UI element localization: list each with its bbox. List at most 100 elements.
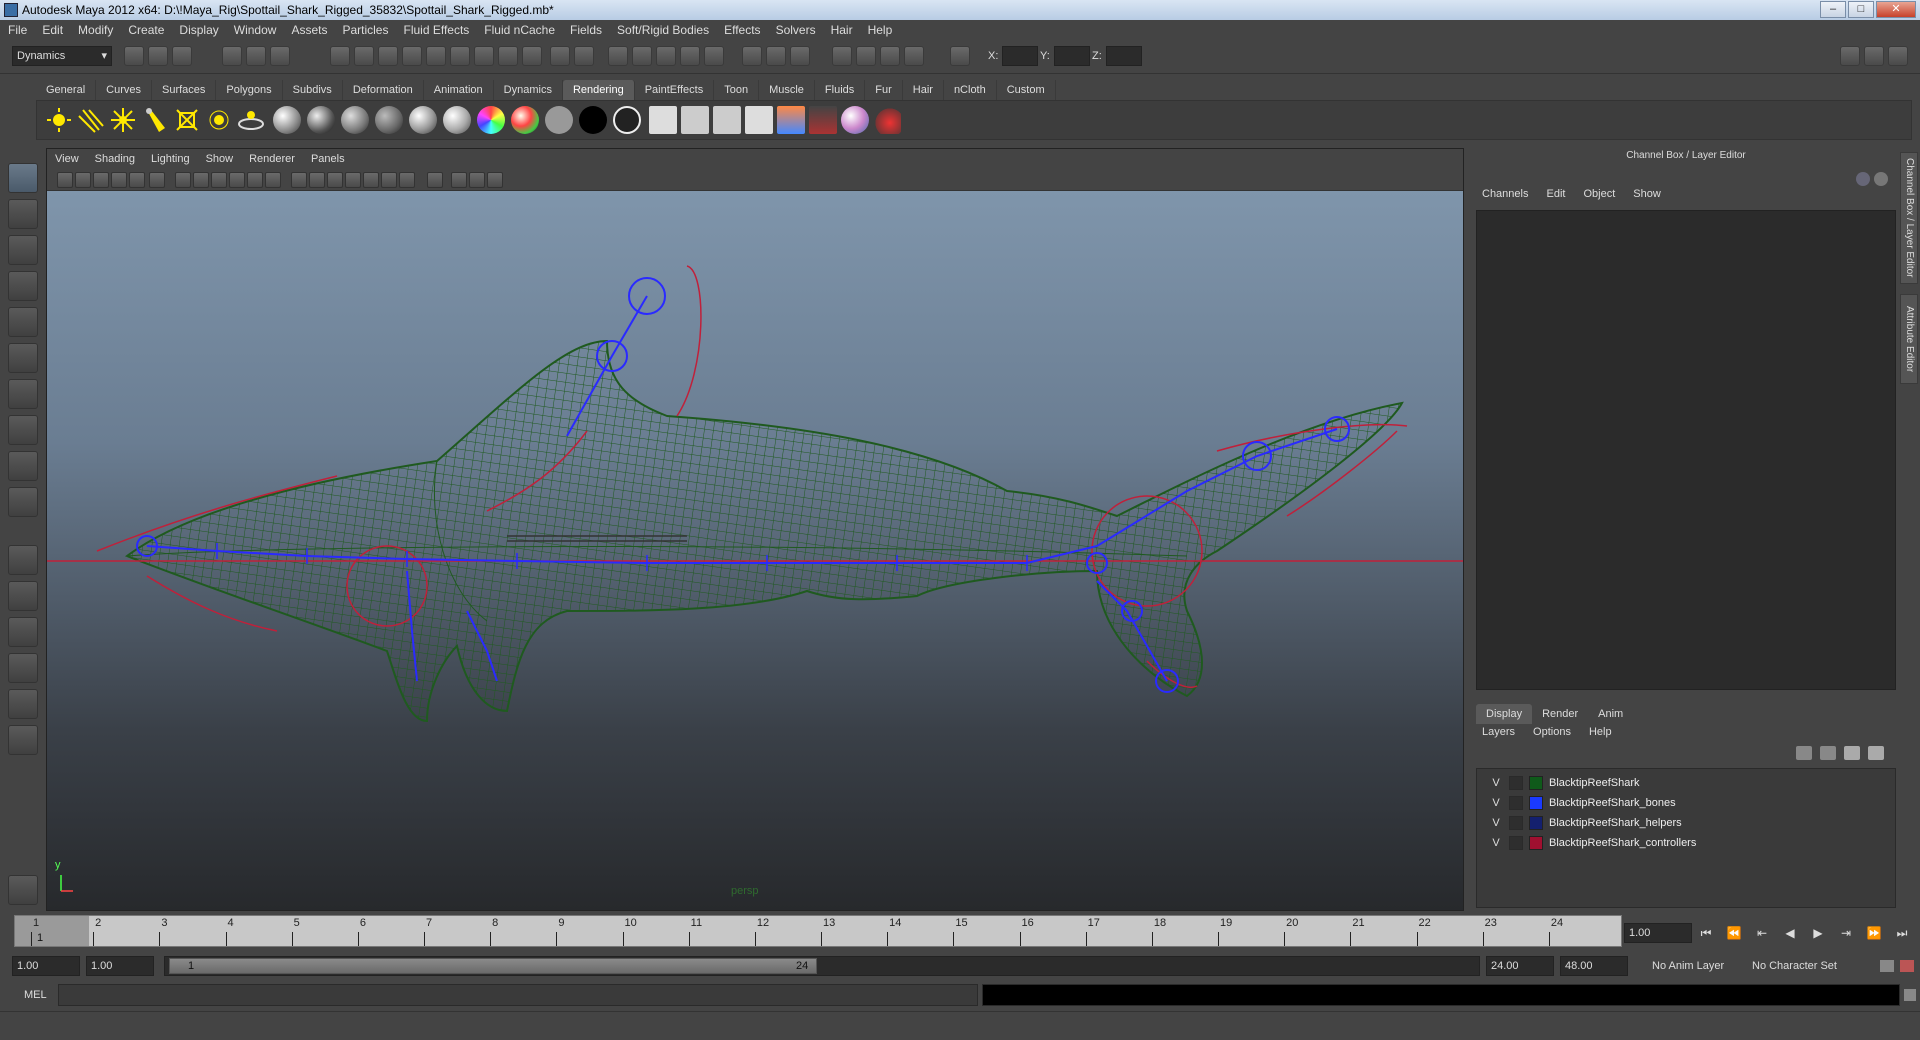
channel-box-pin-icon[interactable] [1874, 172, 1888, 186]
animation-preferences-icon[interactable] [1900, 960, 1914, 972]
two-d-pan-zoom-icon[interactable] [129, 172, 145, 188]
area-light-icon[interactable] [173, 106, 201, 134]
outliner-layout-icon[interactable] [8, 617, 38, 647]
shelf-tab-subdivs[interactable]: Subdivs [282, 80, 343, 100]
anim-layer-dropdown[interactable]: No Anim Layer [1652, 960, 1724, 972]
current-frame-marker[interactable] [15, 916, 89, 946]
menu-display[interactable]: Display [179, 23, 218, 37]
select-by-rendering-icon[interactable] [474, 46, 494, 66]
snake-logo-icon[interactable] [8, 875, 38, 905]
select-by-surface-icon[interactable] [402, 46, 422, 66]
command-input[interactable] [58, 984, 978, 1006]
time-slider[interactable]: 1 1 2 3 4 5 6 7 8 9 10 11 12 13 14 15 16 17 18 19 20 21 22 23 2… [14, 915, 1622, 947]
anisotropic-shader-icon[interactable] [307, 106, 335, 134]
layer-menu-options[interactable]: Options [1533, 726, 1571, 738]
current-time-field[interactable]: 1.00 [1624, 923, 1692, 943]
graph-layout-icon[interactable] [8, 653, 38, 683]
auto-key-icon[interactable] [1880, 960, 1894, 972]
surface-shader-icon[interactable] [273, 106, 301, 134]
show-manipulator-icon[interactable] [8, 451, 38, 481]
move-layer-up-icon[interactable] [1796, 746, 1812, 760]
viewport-menu-view[interactable]: View [55, 153, 79, 165]
layer-color-swatch[interactable] [1529, 796, 1543, 810]
menu-soft-rigid-bodies[interactable]: Soft/Rigid Bodies [617, 23, 709, 37]
layer-row[interactable]: V BlacktipReefShark [1477, 773, 1895, 793]
shelf-tab-dynamics[interactable]: Dynamics [493, 80, 563, 100]
ramp-shader-icon[interactable] [477, 106, 505, 134]
batch-render-icon[interactable] [713, 106, 741, 134]
layer-color-swatch[interactable] [1529, 776, 1543, 790]
ipr-render-icon[interactable] [856, 46, 876, 66]
select-misc-icon[interactable] [498, 46, 518, 66]
highlight-selection-icon[interactable] [574, 46, 594, 66]
spot-light-icon[interactable] [141, 106, 169, 134]
create-layer-from-selected-icon[interactable] [1868, 746, 1884, 760]
shelf-tab-painteffects[interactable]: PaintEffects [634, 80, 715, 100]
layer-visibility-toggle[interactable]: V [1489, 773, 1503, 793]
high-quality-icon[interactable] [399, 172, 415, 188]
layer-tab-display[interactable]: Display [1476, 704, 1533, 724]
layer-type-toggle[interactable] [1509, 816, 1523, 830]
shelf-tab-general[interactable]: General [36, 80, 97, 100]
shadows-icon[interactable] [381, 172, 397, 188]
select-camera-icon[interactable] [57, 172, 73, 188]
textured-icon[interactable] [345, 172, 361, 188]
layer-menu-layers[interactable]: Layers [1482, 726, 1515, 738]
lasso-tool-icon[interactable] [8, 199, 38, 229]
transform-input-icon[interactable] [950, 46, 970, 66]
channel-menu-show[interactable]: Show [1633, 188, 1661, 206]
safe-title-icon[interactable] [265, 172, 281, 188]
move-layer-down-icon[interactable] [1820, 746, 1836, 760]
side-tab-channel-box[interactable]: Channel Box / Layer Editor [1900, 152, 1918, 284]
render-globals-icon[interactable] [809, 106, 837, 134]
menu-solvers[interactable]: Solvers [776, 23, 816, 37]
point-light-icon[interactable] [109, 106, 137, 134]
universal-manipulator-icon[interactable] [8, 379, 38, 409]
channel-menu-channels[interactable]: Channels [1482, 188, 1528, 206]
playback-end-field[interactable]: 24.00 [1486, 956, 1554, 976]
viewport-menu-lighting[interactable]: Lighting [151, 153, 190, 165]
step-forward-frame-icon[interactable]: ⏩ [1864, 925, 1884, 941]
select-by-curve-icon[interactable] [378, 46, 398, 66]
light-linking-icon[interactable] [237, 106, 265, 134]
construction-history-icon[interactable] [790, 46, 810, 66]
minimize-button[interactable]: – [1820, 1, 1846, 18]
safe-action-icon[interactable] [247, 172, 263, 188]
side-tab-attribute-editor[interactable]: Attribute Editor [1900, 294, 1918, 384]
phong-e-shader-icon[interactable] [443, 106, 471, 134]
menu-set-dropdown[interactable]: Dynamics [12, 46, 112, 66]
create-render-node-icon[interactable] [841, 106, 869, 134]
render-settings-icon[interactable] [880, 46, 900, 66]
snap-plane-icon[interactable] [680, 46, 700, 66]
layer-row[interactable]: V BlacktipReefShark_controllers [1477, 833, 1895, 853]
range-track[interactable]: 1 24 [164, 956, 1480, 976]
menu-fluid-effects[interactable]: Fluid Effects [403, 23, 469, 37]
layer-tab-render[interactable]: Render [1532, 704, 1588, 724]
menu-file[interactable]: File [8, 23, 27, 37]
viewport-menu-shading[interactable]: Shading [95, 153, 135, 165]
shelf-tab-deformation[interactable]: Deformation [342, 80, 424, 100]
layer-row[interactable]: V BlacktipReefShark_bones [1477, 793, 1895, 813]
layer-type-toggle[interactable] [1509, 776, 1523, 790]
shelf-tab-fur[interactable]: Fur [865, 80, 903, 100]
maximize-button[interactable]: □ [1848, 1, 1874, 18]
lambert-shader-icon[interactable] [375, 106, 403, 134]
render-current-frame-icon[interactable] [649, 106, 677, 134]
paint-canvas-icon[interactable] [873, 106, 901, 134]
menu-fields[interactable]: Fields [570, 23, 602, 37]
move-tool-icon[interactable] [8, 271, 38, 301]
animation-end-field[interactable]: 48.00 [1560, 956, 1628, 976]
step-back-key-icon[interactable]: ⇤ [1752, 925, 1772, 941]
channel-list-area[interactable] [1476, 210, 1896, 690]
use-background-icon[interactable] [579, 106, 607, 134]
perspective-scene[interactable]: persp y [47, 191, 1463, 910]
menu-hair[interactable]: Hair [831, 23, 853, 37]
open-scene-icon[interactable] [148, 46, 168, 66]
shelf-tab-animation[interactable]: Animation [423, 80, 494, 100]
layer-color-swatch[interactable] [1529, 836, 1543, 850]
toggle-tool-settings-icon[interactable] [1864, 46, 1884, 66]
go-to-start-icon[interactable]: ⏮ [1696, 925, 1716, 941]
paint-select-tool-icon[interactable] [8, 235, 38, 265]
menu-assets[interactable]: Assets [291, 23, 327, 37]
output-ops-icon[interactable] [766, 46, 786, 66]
